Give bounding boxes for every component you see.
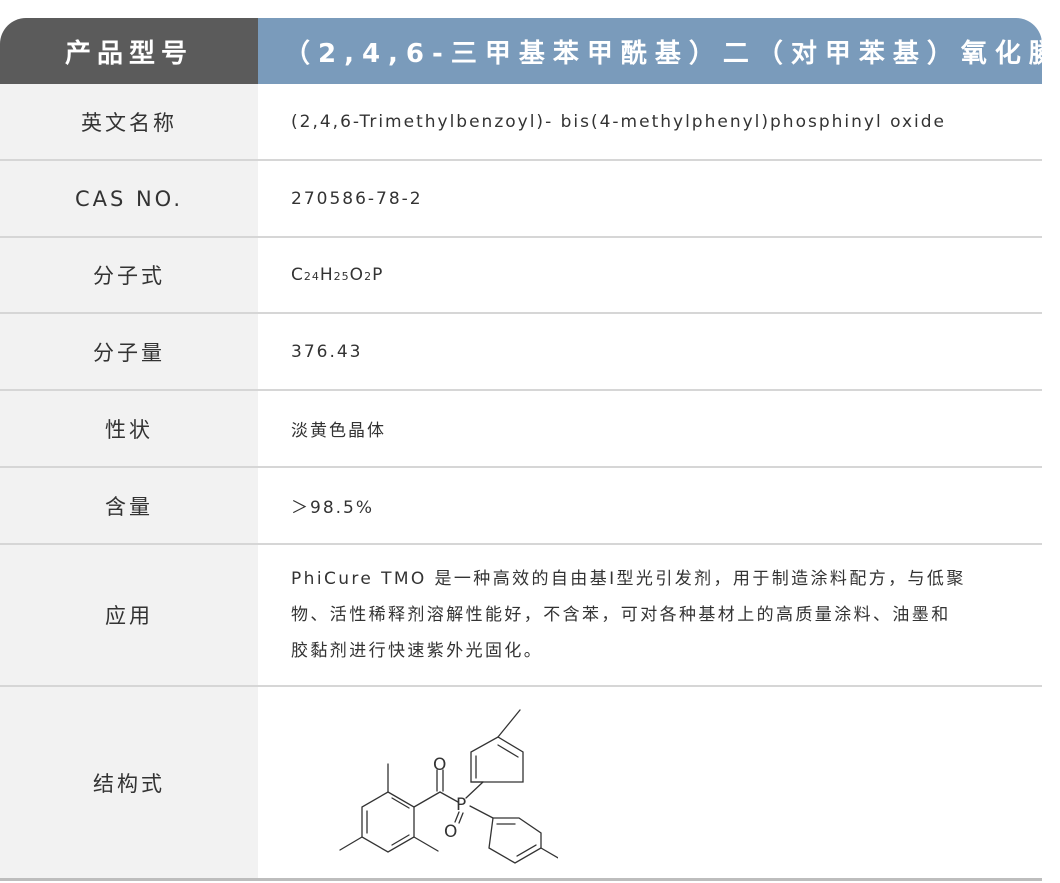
formula-c: C: [291, 265, 304, 285]
table-header: 产品型号 （2,4,6-三甲基苯甲酰基）二（对甲苯基）氧化膦: [0, 18, 1042, 84]
ring-carbonyl-bond: [413, 791, 441, 808]
mw-value: 376.43: [291, 341, 363, 362]
application-line-1: PhiCure TMO 是一种高效的自由基I型光引发剂，用于制造涂料配方，与低聚: [291, 569, 966, 589]
application-label: 应用: [0, 545, 258, 685]
row-cas: CAS NO. 270586-78-2: [0, 161, 1042, 238]
product-spec-sheet: 产品型号 （2,4,6-三甲基苯甲酰基）二（对甲苯基）氧化膦 英文名称 (2,4…: [0, 0, 1060, 883]
p-lower-tolyl-bond: [469, 805, 494, 819]
para-methyl: [339, 836, 363, 851]
row-structure: 结构式 O P O: [0, 687, 1042, 879]
row-formula: 分子式 C 24 H 25 O2 P: [0, 238, 1042, 314]
lower-tolyl-methyl: [540, 847, 558, 859]
formula-o-count: 2: [364, 270, 373, 283]
table-bottom-border: [0, 878, 1042, 881]
formula-value: C 24 H 25 O2 P: [258, 238, 1042, 312]
lower-tolyl-ring: [488, 817, 542, 864]
formula-h: H: [319, 265, 334, 285]
mesityl-ring: [361, 791, 415, 853]
formula-p: P: [372, 265, 384, 285]
row-english-name: 英文名称 (2,4,6-Trimethylbenzoyl)- bis(4-met…: [0, 84, 1042, 161]
formula-c-count: 24: [303, 270, 320, 283]
upper-tolyl-methyl: [497, 709, 521, 738]
appearance-label: 性状: [0, 391, 258, 466]
product-name: （2,4,6-三甲基苯甲酰基）二（对甲苯基）氧化膦: [258, 18, 1042, 84]
formula-o: O: [349, 265, 365, 285]
cas-value: 270586-78-2: [291, 188, 423, 209]
row-content: 含量 ＞98.5%: [0, 468, 1042, 545]
appearance-value: 淡黄色晶体: [291, 421, 386, 441]
carbonyl-oxygen: O: [433, 755, 448, 775]
structural-formula-diagram: O P O: [339, 709, 558, 864]
content-label: 含量: [0, 468, 258, 543]
application-line-3: 胶黏剂进行快速紫外光固化。: [291, 641, 544, 661]
phosphorus-atom: P: [456, 795, 468, 815]
english-name-label: 英文名称: [0, 84, 258, 159]
mw-label: 分子量: [0, 314, 258, 389]
header-label: 产品型号: [0, 18, 258, 84]
structure-value: O P O: [258, 687, 1042, 879]
content-value: ＞98.5%: [291, 498, 375, 518]
row-application: 应用 PhiCure TMO 是一种高效的自由基I型光引发剂，用于制造涂料配方，…: [0, 545, 1042, 687]
p-upper-tolyl-bond: [465, 781, 484, 799]
row-appearance: 性状 淡黄色晶体: [0, 391, 1042, 468]
application-line-2: 物、活性稀释剂溶解性能好，不含苯，可对各种基材上的高质量涂料、油墨和: [291, 605, 951, 625]
phosphoryl-oxygen: O: [444, 822, 459, 842]
row-molecular-weight: 分子量 376.43: [0, 314, 1042, 391]
structure-label: 结构式: [0, 687, 258, 879]
application-value: PhiCure TMO 是一种高效的自由基I型光引发剂，用于制造涂料配方，与低聚…: [258, 545, 1042, 685]
upper-tolyl-ring: [470, 736, 524, 783]
english-name-value: (2,4,6-Trimethylbenzoyl)- bis(4-methylph…: [291, 111, 947, 132]
formula-h-count: 25: [333, 270, 350, 283]
formula-label: 分子式: [0, 238, 258, 312]
ortho-methyl-bottom: [413, 836, 439, 852]
cas-label: CAS NO.: [0, 161, 258, 236]
